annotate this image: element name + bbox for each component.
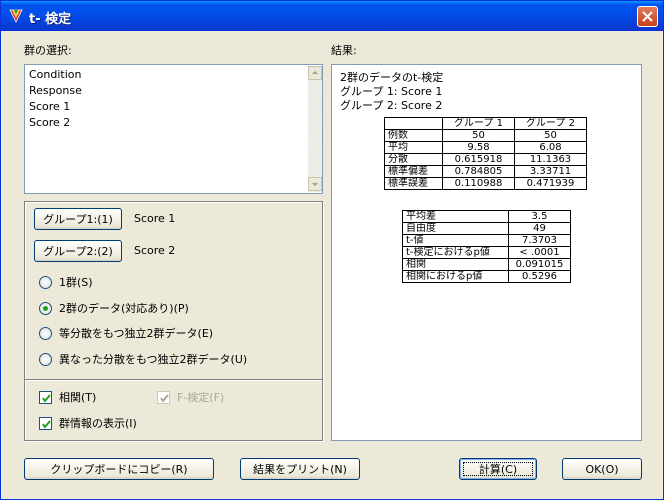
table-row: 相関 0.091015 (402, 258, 571, 271)
table-cell: 0.110988 (442, 177, 515, 190)
radio-button[interactable] (39, 301, 52, 315)
ftest-checkbox: F-検定(F) (157, 389, 224, 405)
radio-paired[interactable]: 2群のデータ(対応あり)(P) (39, 300, 189, 316)
table-cell: t-値 (402, 234, 509, 247)
table-cell: 0.615918 (442, 153, 515, 166)
radio-label: 異なった分散をもつ独立2群データ(U) (59, 353, 248, 366)
table-row: 標準偏差 0.784805 3.33711 (384, 165, 587, 178)
table-row: t-検定におけるp値 < .0001 (402, 246, 571, 259)
checkbox-label: 相関(T) (59, 391, 97, 404)
radio-one-group[interactable]: 1群(S) (39, 274, 93, 290)
radio-button[interactable] (39, 275, 52, 289)
radio-label: 等分散をもつ独立2群データ(E) (59, 327, 214, 340)
radio-button[interactable] (39, 352, 52, 366)
table-row: 自由度 49 (402, 222, 571, 235)
calculate-button[interactable]: 計算(C) (459, 458, 537, 480)
table-row: 例数 50 50 (384, 129, 587, 142)
table-cell: 9.58 (442, 141, 515, 154)
test-results-table: 平均差 3.5 自由度 49 t-値 7.3703 t-検定におけるp値 < .… (402, 210, 571, 283)
table-row: t-値 7.3703 (402, 234, 571, 247)
chevron-up-icon (312, 71, 318, 74)
table-cell: 標準偏差 (384, 165, 443, 178)
table-cell: 50 (514, 129, 587, 142)
options-panel (24, 201, 323, 441)
checkbox (157, 390, 170, 404)
group2-value: Score 2 (134, 244, 176, 257)
table-header: グループ 2 (514, 117, 587, 130)
checkmark-icon (160, 393, 169, 403)
results-group2-line: グループ 2: Score 2 (340, 99, 443, 112)
group1-button[interactable]: グループ1:(1) (34, 208, 122, 230)
table-cell: 0.471939 (514, 177, 587, 190)
app-icon (9, 9, 23, 23)
table-cell: 11.1363 (514, 153, 587, 166)
group2-button[interactable]: グループ2:(2) (34, 240, 122, 262)
listbox-scrollbar[interactable] (308, 66, 322, 192)
list-item[interactable]: Score 2 (29, 116, 70, 129)
table-cell: t-検定におけるp値 (402, 246, 509, 259)
window-title: t- 検定 (29, 12, 72, 27)
print-results-button[interactable]: 結果をプリント(N) (240, 458, 360, 480)
list-item[interactable]: Score 1 (29, 100, 70, 113)
list-item[interactable]: Condition (29, 68, 82, 81)
table-cell: 3.5 (508, 210, 571, 223)
table-cell: 自由度 (402, 222, 509, 235)
table-cell: 例数 (384, 129, 443, 142)
scroll-down-button[interactable] (308, 177, 322, 191)
copy-clipboard-button[interactable]: クリップボードにコピー(R) (24, 458, 214, 480)
radio-label: 2群のデータ(対応あり)(P) (59, 302, 189, 315)
table-row: 相関におけるp値 0.5296 (402, 270, 571, 283)
results-label: 結果: (331, 44, 357, 57)
group1-value: Score 1 (134, 212, 176, 225)
radio-unequal-variance[interactable]: 異なった分散をもつ独立2群データ(U) (39, 351, 247, 367)
radio-equal-variance[interactable]: 等分散をもつ独立2群データ(E) (39, 325, 213, 341)
table-row: グループ 1 グループ 2 (384, 117, 587, 130)
table-cell: 標準誤差 (384, 177, 443, 190)
table-row: 平均 9.58 6.08 (384, 141, 587, 154)
correlation-checkbox[interactable]: 相関(T) (39, 389, 96, 405)
checkbox-label: 群情報の表示(I) (59, 417, 137, 430)
list-item[interactable]: Response (29, 84, 82, 97)
chevron-down-icon (312, 183, 318, 186)
ok-button[interactable]: OK(O) (562, 458, 642, 480)
table-cell: 0.784805 (442, 165, 515, 178)
table-cell: 平均 (384, 141, 443, 154)
variable-listbox[interactable]: Condition Response Score 1 Score 2 (24, 64, 323, 194)
table-cell: 相関 (402, 258, 509, 271)
table-cell: 相関におけるp値 (402, 270, 509, 283)
radio-button[interactable] (39, 326, 52, 340)
table-header: グループ 1 (442, 117, 515, 130)
table-row: 分散 0.615918 11.1363 (384, 153, 587, 166)
checkmark-icon (42, 419, 51, 429)
title-bar[interactable]: t- 検定 (1, 1, 663, 31)
table-cell: 分散 (384, 153, 443, 166)
scroll-up-button[interactable] (308, 66, 322, 80)
table-cell: 7.3703 (508, 234, 571, 247)
group-select-label: 群の選択: (24, 44, 72, 57)
checkbox[interactable] (39, 390, 52, 404)
checkbox[interactable] (39, 416, 52, 430)
table-cell: < .0001 (508, 246, 571, 259)
table-cell (384, 117, 443, 130)
table-cell: 平均差 (402, 210, 509, 223)
options-divider (25, 379, 322, 381)
table-cell: 0.091015 (508, 258, 571, 271)
table-row: 標準誤差 0.110988 0.471939 (384, 177, 587, 190)
show-group-info-checkbox[interactable]: 群情報の表示(I) (39, 415, 137, 431)
table-cell: 0.5296 (508, 270, 571, 283)
close-icon (642, 11, 653, 22)
table-row: 平均差 3.5 (402, 210, 571, 223)
t-test-dialog: t- 検定 群の選択: Condition Response Score 1 S… (0, 0, 664, 500)
table-cell: 6.08 (514, 141, 587, 154)
checkbox-label: F-検定(F) (177, 391, 225, 404)
table-cell: 3.33711 (514, 165, 587, 178)
group-stats-table: グループ 1 グループ 2 例数 50 50 平均 9.58 6.08 分散 0… (384, 117, 587, 190)
table-cell: 49 (508, 222, 571, 235)
radio-label: 1群(S) (59, 276, 93, 289)
results-panel: 2群のデータのt-検定 グループ 1: Score 1 グループ 2: Scor… (331, 64, 642, 441)
close-button[interactable] (637, 6, 658, 27)
checkmark-icon (42, 393, 51, 403)
table-cell: 50 (442, 129, 515, 142)
